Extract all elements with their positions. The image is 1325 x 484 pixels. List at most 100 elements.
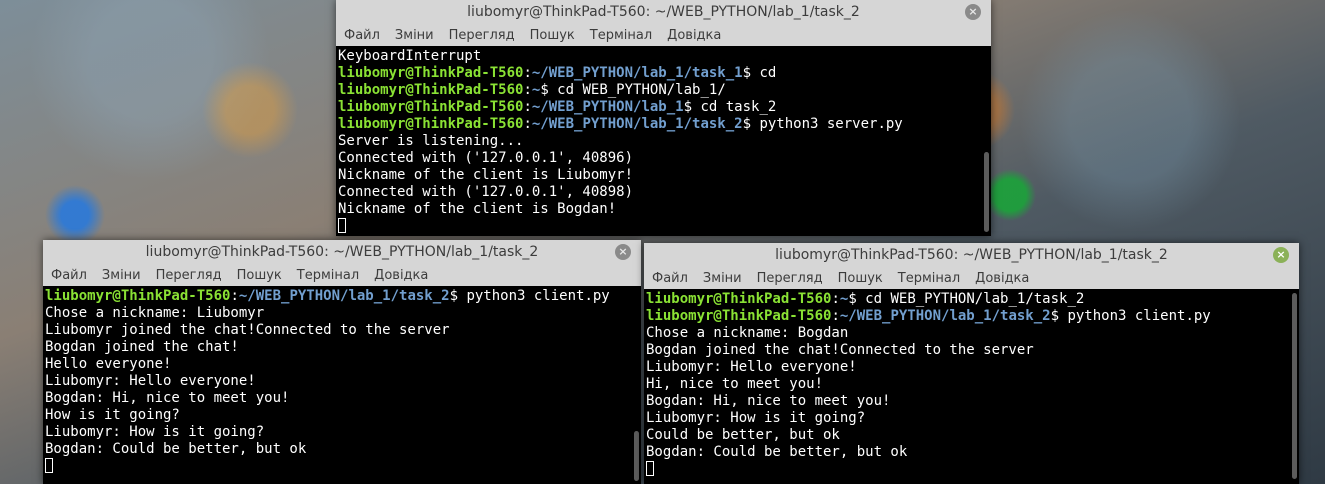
command-text: $ python3 client.py: [1050, 308, 1211, 324]
title-bar[interactable]: liubomyr@ThinkPad-T560: ~/WEB_PYTHON/lab…: [43, 240, 641, 264]
terminal-output[interactable]: liubomyr@ThinkPad-T560:~$ cd WEB_PYTHON/…: [644, 289, 1299, 484]
output-line: Liubomyr: How is it going?: [45, 424, 265, 440]
output-line: Bogdan joined the chat!Connected to the …: [646, 342, 1034, 358]
prompt-user: liubomyr@ThinkPad-T560: [338, 82, 524, 98]
menu-bar: Файл Зміни Перегляд Пошук Термінал Довід…: [336, 24, 991, 46]
prompt-path: ~/WEB_PYTHON/lab_1: [531, 99, 684, 115]
text-cursor: [338, 218, 346, 233]
menu-edit[interactable]: Зміни: [703, 271, 742, 286]
prompt-separator: :: [523, 65, 532, 81]
prompt-line: liubomyr@ThinkPad-T560:~/WEB_PYTHON/lab_…: [338, 99, 991, 116]
close-icon[interactable]: ×: [965, 4, 981, 20]
menu-help[interactable]: Довідка: [667, 28, 721, 43]
menu-terminal[interactable]: Термінал: [590, 28, 652, 43]
window-title: liubomyr@ThinkPad-T560: ~/WEB_PYTHON/lab…: [775, 247, 1168, 263]
menu-edit[interactable]: Зміни: [395, 28, 434, 43]
prompt-separator: :: [523, 82, 532, 98]
prompt-user: liubomyr@ThinkPad-T560: [338, 65, 524, 81]
prompt-path: ~/WEB_PYTHON/lab_1/task_2: [839, 308, 1051, 324]
terminal-output[interactable]: liubomyr@ThinkPad-T560:~/WEB_PYTHON/lab_…: [43, 286, 641, 484]
command-text: $ cd task_2: [683, 99, 777, 115]
prompt-separator: :: [831, 291, 840, 307]
menu-search[interactable]: Пошук: [838, 271, 883, 286]
output-line: Chose a nickname: Liubomyr: [45, 305, 265, 321]
menu-help[interactable]: Довідка: [975, 271, 1029, 286]
prompt-line: liubomyr@ThinkPad-T560:~/WEB_PYTHON/lab_…: [646, 308, 1299, 325]
command-text: $ cd WEB_PYTHON/lab_1/task_2: [848, 291, 1085, 307]
menu-view[interactable]: Перегляд: [449, 28, 515, 43]
title-bar[interactable]: liubomyr@ThinkPad-T560: ~/WEB_PYTHON/lab…: [336, 0, 991, 24]
prompt-line: liubomyr@ThinkPad-T560:~/WEB_PYTHON/lab_…: [45, 288, 641, 305]
menu-view[interactable]: Перегляд: [757, 271, 823, 286]
output-line: Bogdan joined the chat!: [45, 339, 239, 355]
prompt-separator: :: [831, 308, 840, 324]
output-line: Bogdan: Hi, nice to meet you!: [646, 393, 891, 409]
close-icon[interactable]: ×: [615, 244, 631, 260]
output-line: Server is listening...: [338, 133, 524, 149]
output-line: Nickname of the client is Bogdan!: [338, 201, 617, 217]
output-line: Bogdan: Could be better, but ok: [646, 444, 908, 460]
output-line: Nickname of the client is Liubomyr!: [338, 167, 634, 183]
title-bar[interactable]: liubomyr@ThinkPad-T560: ~/WEB_PYTHON/lab…: [644, 243, 1299, 267]
text-cursor: [45, 458, 53, 473]
prompt-line: liubomyr@ThinkPad-T560:~/WEB_PYTHON/lab_…: [338, 65, 991, 82]
command-text: $ python3 client.py: [449, 288, 610, 304]
command-text: $ python3 server.py: [742, 116, 903, 132]
output-line: Hello everyone!: [45, 356, 172, 372]
scrollbar[interactable]: [984, 152, 989, 232]
output-line: Could be better, but ok: [646, 427, 840, 443]
scrollbar[interactable]: [634, 431, 639, 481]
prompt-user: liubomyr@ThinkPad-T560: [646, 291, 832, 307]
terminal-window-client-liubomyr[interactable]: liubomyr@ThinkPad-T560: ~/WEB_PYTHON/lab…: [43, 240, 641, 484]
prompt-path: ~/WEB_PYTHON/lab_1/task_2: [238, 288, 450, 304]
command-text: $ cd WEB_PYTHON/lab_1/: [540, 82, 726, 98]
menu-view[interactable]: Перегляд: [156, 268, 222, 283]
output-line: Liubomyr: Hello everyone!: [45, 373, 256, 389]
prompt-line: liubomyr@ThinkPad-T560:~/WEB_PYTHON/lab_…: [338, 116, 991, 133]
output-line: Bogdan: Hi, nice to meet you!: [45, 390, 290, 406]
terminal-output[interactable]: KeyboardInterrupt liubomyr@ThinkPad-T560:…: [336, 46, 991, 236]
output-line: Hi, nice to meet you!: [646, 376, 824, 392]
terminal-cursor-line: [646, 461, 1299, 478]
prompt-user: liubomyr@ThinkPad-T560: [45, 288, 231, 304]
menu-bar: Файл Зміни Перегляд Пошук Термінал Довід…: [644, 267, 1299, 289]
output-line: Connected with ('127.0.0.1', 40898): [338, 184, 634, 200]
window-title: liubomyr@ThinkPad-T560: ~/WEB_PYTHON/lab…: [145, 244, 539, 260]
prompt-user: liubomyr@ThinkPad-T560: [646, 308, 832, 324]
menu-edit[interactable]: Зміни: [102, 268, 141, 283]
terminal-cursor-line: [338, 218, 991, 235]
output-line: Liubomyr joined the chat!Connected to th…: [45, 322, 450, 338]
menu-search[interactable]: Пошук: [237, 268, 282, 283]
menu-terminal[interactable]: Термінал: [898, 271, 960, 286]
prompt-path: ~/WEB_PYTHON/lab_1/task_2: [531, 116, 743, 132]
prompt-separator: :: [230, 288, 239, 304]
prompt-user: liubomyr@ThinkPad-T560: [338, 116, 524, 132]
menu-file[interactable]: Файл: [652, 271, 688, 286]
output-line: Liubomyr: How is it going?: [646, 410, 866, 426]
output-line: Bogdan: Could be better, but ok: [45, 441, 307, 457]
prompt-line: liubomyr@ThinkPad-T560:~$ cd WEB_PYTHON/…: [338, 82, 991, 99]
prompt-path: ~/WEB_PYTHON/lab_1/task_1: [531, 65, 743, 81]
menu-file[interactable]: Файл: [344, 28, 380, 43]
terminal-window-server[interactable]: liubomyr@ThinkPad-T560: ~/WEB_PYTHON/lab…: [336, 0, 991, 236]
menu-file[interactable]: Файл: [51, 268, 87, 283]
menu-terminal[interactable]: Термінал: [297, 268, 359, 283]
output-line: Liubomyr: Hello everyone!: [646, 359, 857, 375]
window-title: liubomyr@ThinkPad-T560: ~/WEB_PYTHON/lab…: [467, 4, 860, 20]
command-text: $ cd: [742, 65, 777, 81]
output-line: Connected with ('127.0.0.1', 40896): [338, 150, 634, 166]
menu-bar: Файл Зміни Перегляд Пошук Термінал Довід…: [43, 264, 641, 286]
prompt-line: liubomyr@ThinkPad-T560:~$ cd WEB_PYTHON/…: [646, 291, 1299, 308]
text-cursor: [646, 461, 654, 476]
prompt-user: liubomyr@ThinkPad-T560: [338, 99, 524, 115]
terminal-window-client-bogdan[interactable]: liubomyr@ThinkPad-T560: ~/WEB_PYTHON/lab…: [644, 243, 1299, 484]
output-line: How is it going?: [45, 407, 180, 423]
scrollbar[interactable]: [1292, 293, 1297, 479]
menu-help[interactable]: Довідка: [374, 268, 428, 283]
output-line: Chose a nickname: Bogdan: [646, 325, 849, 341]
prompt-separator: :: [523, 116, 532, 132]
output-line: KeyboardInterrupt: [338, 48, 482, 64]
terminal-cursor-line: [45, 458, 641, 475]
menu-search[interactable]: Пошук: [530, 28, 575, 43]
close-icon[interactable]: ×: [1273, 247, 1289, 263]
